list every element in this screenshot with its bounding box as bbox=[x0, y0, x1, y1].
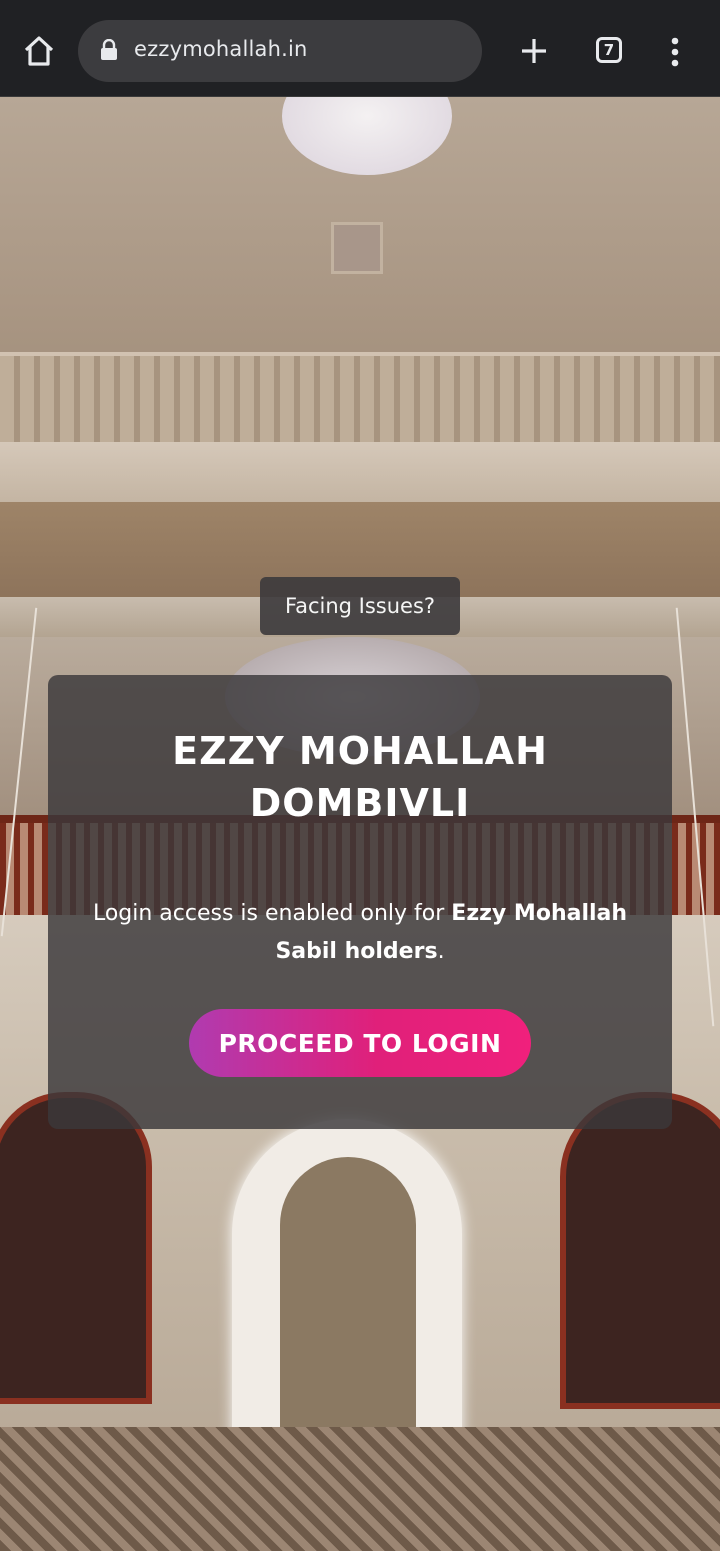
page-title: EZZY MOHALLAH DOMBIVLI bbox=[48, 725, 672, 829]
proceed-to-login-button[interactable]: PROCEED TO LOGIN bbox=[189, 1009, 531, 1077]
facing-issues-button[interactable]: Facing Issues? bbox=[260, 577, 460, 635]
browser-toolbar: ezzymohallah.in 7 bbox=[0, 0, 720, 97]
carpet bbox=[0, 1427, 720, 1551]
tab-switcher-button[interactable]: 7 bbox=[596, 37, 622, 63]
notice-prefix: Login access is enabled only for bbox=[92, 901, 452, 926]
arched-window-right bbox=[560, 1092, 720, 1409]
new-tab-icon[interactable] bbox=[519, 36, 549, 66]
login-button-label: PROCEED TO LOGIN bbox=[218, 1028, 502, 1058]
tab-count: 7 bbox=[603, 41, 615, 59]
url-text: ezzymohallah.in bbox=[134, 37, 308, 61]
lock-icon bbox=[101, 39, 117, 60]
ceiling-vent bbox=[331, 222, 383, 274]
login-notice: Login access is enabled only for Ezzy Mo… bbox=[78, 895, 642, 971]
mihrab-niche bbox=[280, 1157, 416, 1439]
address-bar[interactable]: ezzymohallah.in bbox=[78, 20, 482, 82]
more-menu-icon[interactable] bbox=[664, 36, 686, 68]
cornice-band bbox=[0, 442, 720, 502]
facing-issues-label: Facing Issues? bbox=[284, 594, 436, 618]
title-line-1: EZZY MOHALLAH bbox=[172, 729, 548, 773]
notice-suffix: . bbox=[437, 939, 445, 964]
login-card: EZZY MOHALLAH DOMBIVLI Login access is e… bbox=[48, 675, 672, 1129]
arched-window-left bbox=[0, 1092, 152, 1404]
home-icon[interactable] bbox=[22, 34, 56, 68]
title-line-2: DOMBIVLI bbox=[249, 781, 471, 825]
